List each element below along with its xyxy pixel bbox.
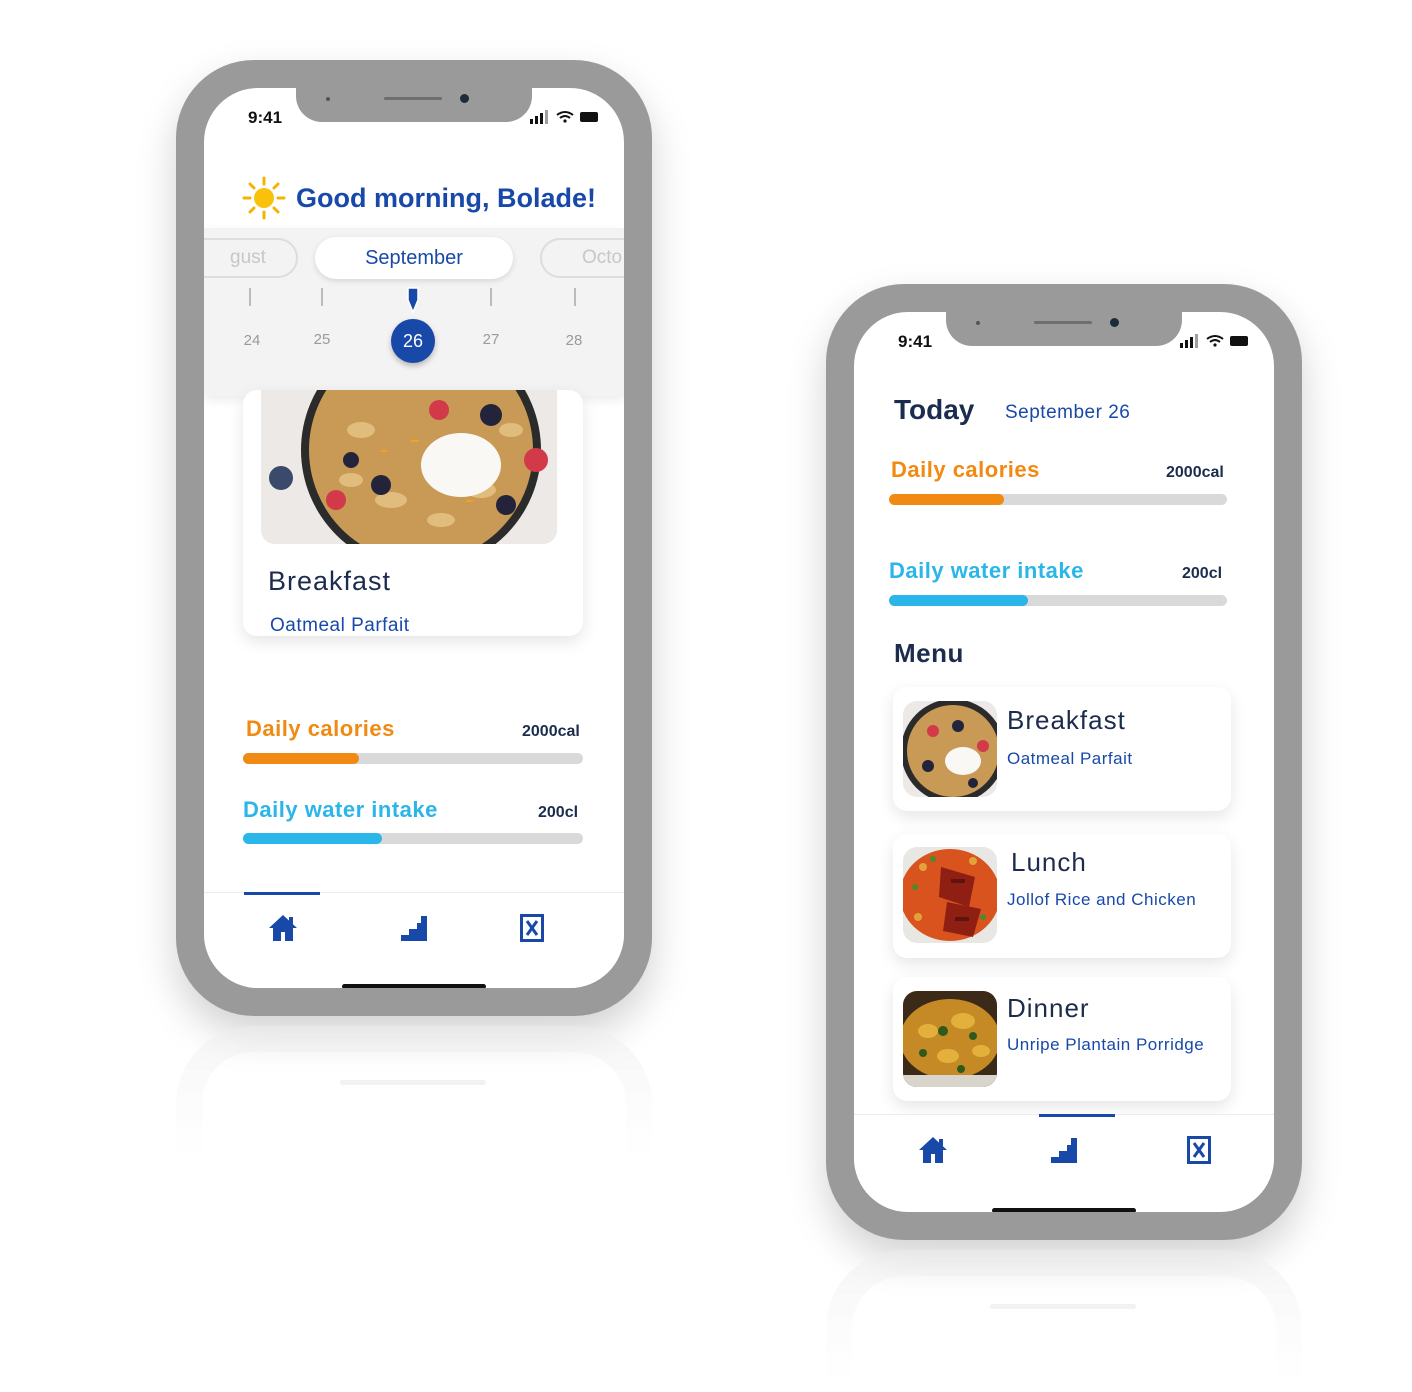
tick <box>321 288 323 306</box>
active-tab-indicator <box>244 892 320 895</box>
home-icon <box>917 1135 949 1170</box>
menu-book-icon <box>1186 1135 1212 1170</box>
meal-dish: Oatmeal Parfait <box>270 615 410 636</box>
tick <box>249 288 251 306</box>
meal-card-lunch[interactable]: Lunch Jollof Rice and Chicken <box>893 834 1231 958</box>
pin-marker-icon <box>406 286 420 314</box>
greeting-text: Good morning, Bolade! <box>296 182 596 213</box>
water-progress-fill <box>889 595 1028 606</box>
tick <box>574 288 576 306</box>
water-label: Daily water intake <box>243 797 438 822</box>
tab-menu[interactable] <box>1182 1135 1216 1169</box>
status-icons <box>530 110 600 124</box>
home-icon <box>267 913 299 948</box>
phone-left: 9:41 Good morning, Bolade! gust Septembe… <box>176 60 652 1016</box>
oatmeal-parfait-photo <box>903 701 997 797</box>
water-progress-bar <box>889 595 1227 606</box>
notch <box>296 88 532 122</box>
calories-progress-fill <box>889 494 1004 505</box>
menu-book-icon <box>519 913 545 948</box>
oatmeal-parfait-photo <box>261 390 557 544</box>
menu-heading: Menu <box>894 638 964 668</box>
calories-label: Daily calories <box>246 716 395 741</box>
day-24[interactable]: 24 <box>236 332 268 349</box>
greeting-header: Good morning, Bolade! <box>242 176 596 220</box>
page-title: Today <box>894 394 975 425</box>
calories-progress-bar <box>889 494 1227 505</box>
home-indicator[interactable] <box>342 984 486 988</box>
phone-left-reflection <box>176 1026 652 1156</box>
meal-card-dinner[interactable]: Dinner Unripe Plantain Porridge <box>893 977 1231 1101</box>
status-icons <box>1180 334 1250 348</box>
featured-meal-card[interactable]: Breakfast Oatmeal Parfait <box>243 390 583 636</box>
day-26-selected[interactable]: 26 <box>391 319 435 363</box>
phone-right: 9:41 Today September 26 Daily calories 2… <box>826 284 1302 1240</box>
wifi-icon <box>556 111 574 123</box>
phone-right-screen: 9:41 Today September 26 Daily calories 2… <box>854 312 1274 1212</box>
phone-right-reflection <box>826 1250 1302 1380</box>
meal-title: Breakfast <box>268 566 392 596</box>
tab-bar <box>854 1114 1274 1211</box>
water-label: Daily water intake <box>889 558 1084 583</box>
tab-home[interactable] <box>916 1135 950 1169</box>
meal-title: Breakfast <box>1007 705 1126 735</box>
sun-icon <box>242 176 286 220</box>
battery-icon <box>1230 336 1248 346</box>
date-picker[interactable]: gust September Octo 24 25 26 27 28 <box>204 228 624 396</box>
calories-value: 2000cal <box>1166 464 1224 481</box>
meal-title: Dinner <box>1007 993 1090 1023</box>
stairs-chart-icon <box>1049 1135 1079 1170</box>
tab-progress[interactable] <box>1047 1135 1081 1169</box>
month-current[interactable]: September <box>315 237 513 279</box>
status-time: 9:41 <box>248 108 283 127</box>
plantain-porridge-photo <box>903 991 997 1087</box>
water-value: 200cl <box>1182 565 1223 582</box>
meal-dish: Unripe Plantain Porridge <box>1007 1035 1205 1054</box>
water-value: 200cl <box>538 804 579 821</box>
tab-home[interactable] <box>266 913 300 947</box>
water-progress-fill <box>243 833 383 844</box>
wifi-icon <box>1206 335 1224 347</box>
calories-progress-bar <box>243 753 583 764</box>
page-date: September 26 <box>1005 402 1131 423</box>
notch <box>946 312 1182 346</box>
tick <box>490 288 492 306</box>
day-28[interactable]: 28 <box>558 332 590 349</box>
month-prev[interactable]: gust <box>204 238 298 278</box>
jollof-rice-photo <box>903 847 997 943</box>
day-27[interactable]: 27 <box>475 331 507 348</box>
calories-progress-fill <box>243 753 359 764</box>
meal-dish: Oatmeal Parfait <box>1007 749 1133 768</box>
calories-label: Daily calories <box>891 457 1040 482</box>
status-time: 9:41 <box>898 332 933 351</box>
home-indicator[interactable] <box>992 1208 1136 1212</box>
phone-left-screen: 9:41 Good morning, Bolade! gust Septembe… <box>204 88 624 988</box>
tab-menu[interactable] <box>515 913 549 947</box>
calories-value: 2000cal <box>522 723 580 740</box>
signal-icon <box>530 110 548 124</box>
month-next[interactable]: Octo <box>540 238 624 278</box>
meal-dish: Jollof Rice and Chicken <box>1007 890 1197 909</box>
meal-title: Lunch <box>1011 847 1087 877</box>
stairs-chart-icon <box>399 913 429 948</box>
day-25[interactable]: 25 <box>306 331 338 348</box>
active-tab-indicator <box>1039 1114 1115 1117</box>
meal-card-breakfast[interactable]: Breakfast Oatmeal Parfait <box>893 687 1231 811</box>
tab-bar <box>204 892 624 988</box>
water-progress-bar <box>243 833 583 844</box>
signal-icon <box>1180 334 1198 348</box>
battery-icon <box>580 112 598 122</box>
tab-progress[interactable] <box>397 913 431 947</box>
